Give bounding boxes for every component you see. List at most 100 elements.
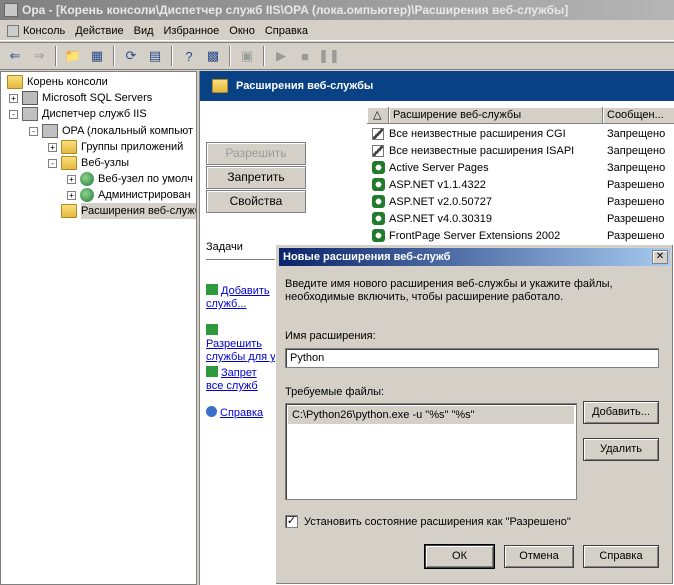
toolbar: ⇐ ⇒ 📁 ▦ ⟳ ▤ ? ▩ ▣ ▶ ■ ❚❚ (0, 42, 674, 70)
gear-icon (371, 161, 385, 174)
pause-icon[interactable]: ❚❚ (318, 46, 340, 66)
column-header-status[interactable]: Сообщен... (603, 107, 674, 124)
menu-view[interactable]: Вид (131, 25, 161, 37)
computer-icon[interactable]: ▣ (236, 46, 258, 66)
list-item[interactable]: Active Server Pages Запрещено (367, 159, 674, 176)
tree-item-server[interactable]: - OPA (локальный компьют (29, 123, 193, 139)
stop-icon[interactable]: ■ (294, 46, 316, 66)
files-label: Требуемые файлы: (285, 386, 385, 398)
allow-icon (206, 324, 218, 335)
gear-icon (371, 212, 385, 225)
details-title: Расширения веб-службы (236, 80, 374, 92)
menu-console[interactable]: Консоль (4, 24, 72, 37)
tree-item-app-pools[interactable]: + Группы приложений (48, 139, 183, 155)
menu-help[interactable]: Справка (262, 25, 315, 37)
close-icon[interactable]: ✕ (652, 250, 668, 264)
help-icon[interactable]: ? (178, 46, 200, 66)
list-item[interactable]: FrontPage Server Extensions 2002 Разреше… (367, 227, 674, 244)
globe-icon (80, 172, 94, 186)
forward-icon[interactable]: ⇒ (28, 46, 50, 66)
list-item[interactable]: ASP.NET v4.0.30319 Разрешено (367, 210, 674, 227)
tree-item-sql-servers[interactable]: + Microsoft SQL Servers (9, 90, 152, 106)
task-help[interactable]: Справка (206, 406, 276, 420)
properties-button[interactable]: Свойства (206, 190, 306, 213)
tree-item-console-root[interactable]: Корень консоли (7, 74, 108, 90)
list-item[interactable]: ASP.NET v2.0.50727 Разрешено (367, 193, 674, 210)
folder-icon (7, 75, 23, 89)
dialog-title: Новые расширения веб-служб (283, 251, 451, 263)
toolbar-separator (55, 46, 57, 66)
tree-item-default-site[interactable]: + Веб-узел по умолч (67, 171, 193, 187)
iis-icon (22, 107, 38, 121)
allow-button[interactable]: Разрешить (206, 142, 306, 165)
menu-window[interactable]: Окно (226, 25, 262, 37)
extension-name-input[interactable]: Python (285, 348, 659, 368)
column-header-extension[interactable]: Расширение веб-службы (389, 107, 603, 124)
globe-icon (80, 188, 94, 202)
menu-bar: Консоль Действие Вид Избранное Окно Спра… (0, 21, 674, 41)
show-hide-tree-icon[interactable]: ▦ (86, 46, 108, 66)
sql-server-icon (22, 91, 38, 105)
tree-pane: Корень консоли + Microsoft SQL Servers -… (0, 71, 197, 585)
expand-icon[interactable]: + (67, 190, 76, 200)
window-title-bar: Opa - [Корень консоли\Диспетчер служб II… (0, 0, 674, 20)
checkmark-icon[interactable]: ✓ (285, 515, 298, 528)
tree-item-iis-manager[interactable]: - Диспетчер служб IIS (9, 106, 147, 122)
task-deny-all[interactable]: Запрет все служб (206, 366, 276, 393)
folder-icon (61, 204, 77, 218)
details-header: Расширения веб-службы (200, 71, 674, 101)
refresh-icon[interactable]: ⟳ (120, 46, 142, 66)
task-add-extension[interactable]: Добавить служб... (206, 284, 276, 311)
required-files-list[interactable]: C:\Python26\python.exe -u "%s" "%s" (285, 403, 577, 500)
back-icon[interactable]: ⇐ (4, 46, 26, 66)
add-icon (206, 284, 218, 295)
toolbar-separator (229, 46, 231, 66)
task-allow-all[interactable]: Разрешить службы для у (206, 324, 276, 364)
collapse-icon[interactable]: - (29, 126, 38, 136)
toolbar-separator (171, 46, 173, 66)
new-extension-dialog: Новые расширения веб-служб ✕ Введите имя… (275, 244, 674, 585)
tasks-title: Задачи (206, 241, 243, 253)
dialog-description: Введите имя нового расширения веб-службы… (285, 278, 613, 303)
checkbox-label: Установить состояние расширения как "Раз… (304, 515, 571, 528)
deny-icon (206, 366, 218, 377)
filter-icon (372, 127, 384, 140)
remove-file-button[interactable]: Удалить (583, 438, 659, 461)
export-list-icon[interactable]: ▤ (144, 46, 166, 66)
folder-icon (61, 140, 77, 154)
help-button[interactable]: Справка (583, 545, 659, 568)
console-icon (7, 24, 19, 37)
list-item[interactable]: ASP.NET v1.1.4322 Разрешено (367, 176, 674, 193)
app-icon (4, 3, 18, 17)
expand-icon[interactable]: + (9, 93, 18, 103)
tree-item-websites[interactable]: - Веб-узлы (48, 155, 129, 171)
expand-icon[interactable]: + (48, 142, 57, 152)
menu-action[interactable]: Действие (72, 25, 130, 37)
list-item[interactable]: C:\Python26\python.exe -u "%s" "%s" (288, 406, 574, 424)
dialog-title-bar: Новые расширения веб-служб ✕ (279, 248, 670, 266)
deny-button[interactable]: Запретить (206, 166, 306, 189)
folder-icon (61, 156, 77, 170)
folder-icon (212, 79, 228, 93)
play-icon[interactable]: ▶ (270, 46, 292, 66)
list-header: △ Расширение веб-службы Сообщен... (367, 107, 674, 124)
menu-favorites[interactable]: Избранное (161, 25, 227, 37)
collapse-icon[interactable]: - (48, 158, 57, 168)
tree-item-web-service-extensions[interactable]: Расширения веб-служб (61, 203, 196, 219)
ok-button[interactable]: ОК (424, 544, 495, 569)
action-pane-icon[interactable]: ▩ (202, 46, 224, 66)
list-item[interactable]: Все неизвестные расширения ISAPI Запреще… (367, 142, 674, 159)
toolbar-separator (263, 46, 265, 66)
filter-icon (372, 144, 384, 157)
expand-icon[interactable]: + (67, 174, 76, 184)
list-item[interactable]: Все неизвестные расширения CGI Запрещено (367, 125, 674, 142)
gear-icon (371, 178, 385, 191)
tree-item-admin-site[interactable]: + Администрирован (67, 187, 191, 203)
add-file-button[interactable]: Добавить... (583, 401, 659, 424)
sort-arrow-icon[interactable]: △ (367, 107, 389, 124)
collapse-icon[interactable]: - (9, 109, 18, 119)
allow-status-checkbox[interactable]: ✓ Установить состояние расширения как "Р… (285, 515, 571, 528)
toolbar-separator (113, 46, 115, 66)
up-folder-icon[interactable]: 📁 (62, 46, 84, 66)
cancel-button[interactable]: Отмена (504, 545, 574, 568)
